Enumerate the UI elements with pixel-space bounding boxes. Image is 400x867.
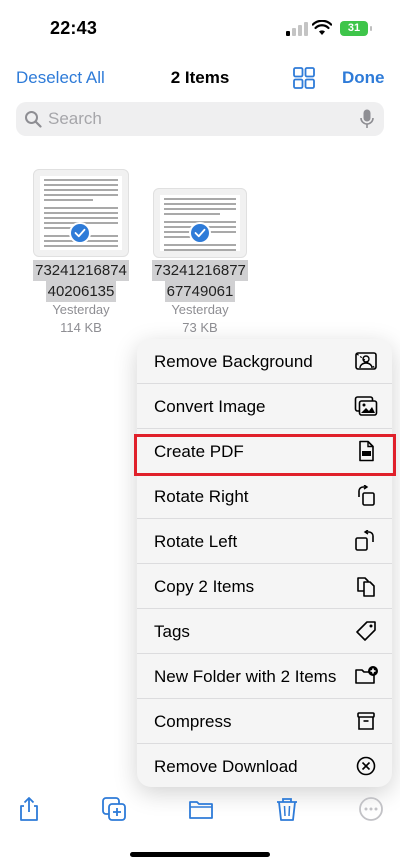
- checkmark-icon: [189, 222, 211, 244]
- microphone-icon[interactable]: [360, 109, 374, 129]
- menu-item-tags[interactable]: Tags: [137, 609, 392, 654]
- battery-indicator: 31: [340, 21, 368, 36]
- home-indicator: [130, 852, 270, 857]
- battery-cap: [370, 26, 372, 31]
- share-icon[interactable]: [16, 796, 42, 822]
- search-icon: [25, 111, 42, 128]
- menu-item-rotate-left[interactable]: Rotate Left: [137, 519, 392, 564]
- menu-item-label: Copy 2 Items: [154, 577, 255, 596]
- bottom-toolbar: [0, 790, 400, 830]
- remove-background-icon: [355, 352, 377, 370]
- new-folder-icon: [355, 666, 378, 684]
- grid-view-icon[interactable]: [292, 66, 316, 90]
- menu-item-copy[interactable]: Copy 2 Items: [137, 564, 392, 609]
- file-name: 73241216877 67749061: [144, 260, 256, 302]
- menu-item-new-folder[interactable]: New Folder with 2 Items: [137, 654, 392, 699]
- tag-icon: [356, 621, 376, 641]
- menu-item-label: Compress: [154, 712, 232, 731]
- menu-item-compress[interactable]: Compress: [137, 699, 392, 744]
- navigation-bar: Deselect All 2 Items Done: [0, 60, 400, 96]
- status-bar: 22:43 31: [0, 0, 400, 56]
- search-bar[interactable]: [16, 102, 384, 136]
- file-size: 73 KB: [182, 320, 218, 335]
- menu-item-convert-image[interactable]: Convert Image: [137, 384, 392, 429]
- file-name-line-2: 40206135: [45, 281, 117, 302]
- menu-item-label: New Folder with 2 Items: [154, 667, 337, 686]
- file-name-line-1: 73241216877: [152, 260, 248, 281]
- checkmark-icon: [69, 222, 91, 244]
- menu-item-remove-download[interactable]: Remove Download: [137, 744, 392, 787]
- menu-item-rotate-right[interactable]: Rotate Right: [137, 474, 392, 519]
- rotate-left-icon: [355, 530, 374, 551]
- trash-icon[interactable]: [274, 796, 300, 822]
- menu-item-label: Convert Image: [154, 397, 266, 416]
- archive-box-icon: [357, 712, 375, 730]
- folder-icon[interactable]: [188, 796, 214, 822]
- context-menu: Remove Background Convert Image Create P…: [137, 339, 392, 787]
- wifi-icon: [312, 20, 332, 35]
- file-date: Yesterday: [52, 302, 110, 317]
- rotate-right-icon: [358, 485, 375, 506]
- file-name-line-2: 67749061: [164, 281, 236, 302]
- deselect-all-button[interactable]: Deselect All: [16, 68, 105, 88]
- convert-image-icon: [354, 396, 378, 416]
- highlight-box: [134, 434, 396, 476]
- done-button[interactable]: Done: [342, 68, 385, 88]
- file-name-line-1: 73241216874: [33, 260, 129, 281]
- more-icon[interactable]: [358, 796, 384, 822]
- menu-item-label: Rotate Left: [154, 532, 238, 551]
- file-date: Yesterday: [171, 302, 229, 317]
- search-input[interactable]: [48, 102, 348, 136]
- menu-item-label: Remove Download: [154, 757, 298, 776]
- menu-item-label: Tags: [154, 622, 190, 641]
- file-size: 114 KB: [60, 320, 102, 335]
- menu-item-label: Remove Background: [154, 352, 313, 371]
- circle-x-icon: [356, 756, 376, 776]
- copy-icon: [357, 577, 375, 597]
- duplicate-icon[interactable]: [101, 796, 127, 822]
- menu-item-label: Rotate Right: [154, 487, 249, 506]
- cellular-signal-icon: [286, 22, 308, 36]
- status-time: 22:43: [50, 18, 98, 38]
- file-name: 73241216874 40206135: [25, 260, 137, 302]
- menu-item-remove-background[interactable]: Remove Background: [137, 339, 392, 384]
